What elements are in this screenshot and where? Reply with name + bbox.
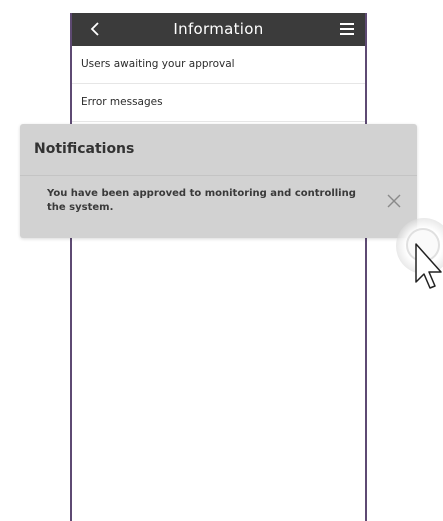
screen: Information Users awaiting your approval… xyxy=(0,0,443,521)
info-list: Users awaiting your approval Error messa… xyxy=(72,46,365,122)
close-notification-button[interactable] xyxy=(385,192,403,210)
notifications-panel: Notifications You have been approved to … xyxy=(20,124,417,238)
hamburger-menu-icon xyxy=(340,23,354,25)
close-icon xyxy=(387,194,401,208)
mouse-pointer-icon xyxy=(415,243,442,289)
notification-message: You have been approved to monitoring and… xyxy=(47,188,356,213)
page-title: Information xyxy=(173,20,264,38)
menu-button[interactable] xyxy=(340,23,354,35)
list-item-users-awaiting-approval[interactable]: Users awaiting your approval xyxy=(72,46,365,84)
notifications-title: Notifications xyxy=(20,124,417,176)
phone-frame: Information Users awaiting your approval… xyxy=(70,13,367,521)
list-item-error-messages[interactable]: Error messages xyxy=(72,84,365,122)
top-bar: Information xyxy=(72,13,365,46)
